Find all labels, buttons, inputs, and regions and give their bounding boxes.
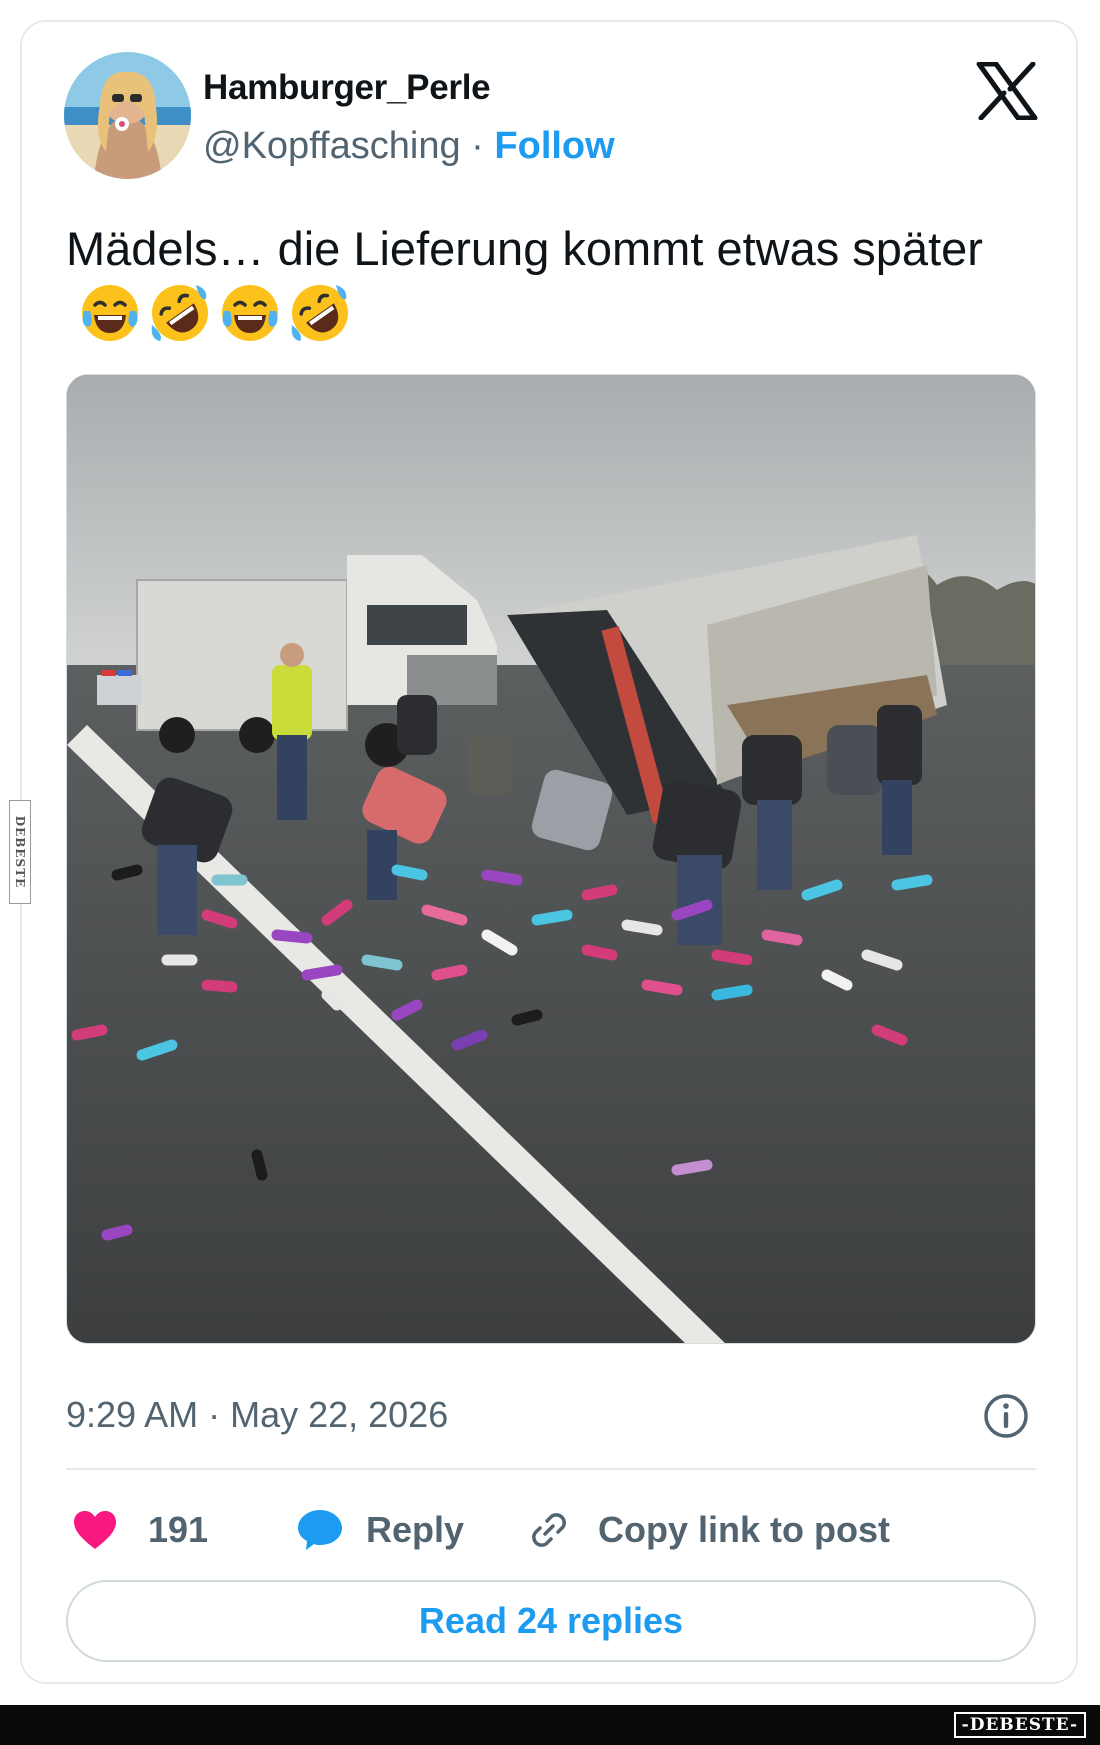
bottom-bar: -DEBESTE- (0, 1705, 1100, 1745)
copy-link-button[interactable]: Copy link to post (526, 1507, 890, 1553)
face-with-tears-of-joy-icon (82, 285, 138, 341)
author-display-name[interactable]: Hamburger_Perle (203, 68, 491, 108)
reply-bubble-icon (298, 1510, 342, 1550)
side-watermark: DEBESTE (9, 800, 31, 904)
tweet-photo[interactable] (66, 374, 1036, 1344)
tweet-text-body: Mädels… die Lieferung kommt etwas später (66, 222, 983, 275)
face-with-tears-of-joy-icon (222, 285, 278, 341)
avatar-photo (64, 52, 191, 179)
like-count: 191 (148, 1509, 209, 1550)
emoji-row (78, 281, 352, 345)
side-watermark-text: DEBESTE (13, 815, 27, 889)
tweet-timestamp[interactable]: 9:29 AM · May 22, 2026 (66, 1394, 448, 1436)
tweet-card: Hamburger_Perle @Kopffasching · Follow M… (20, 20, 1078, 1684)
info-icon[interactable] (982, 1392, 1030, 1440)
reply-button[interactable]: Reply (296, 1508, 526, 1552)
read-replies-button[interactable]: Read 24 replies (66, 1580, 1036, 1662)
x-logo-icon[interactable] (976, 62, 1038, 120)
overturned-truck-photo (67, 375, 1035, 1343)
rolling-on-the-floor-laughing-icon (151, 285, 208, 341)
action-bar: 191 Reply Copy link to post (66, 1500, 1036, 1560)
rolling-on-the-floor-laughing-icon (291, 285, 348, 341)
author-avatar[interactable] (64, 52, 191, 179)
tweet-text: Mädels… die Lieferung kommt etwas später (66, 217, 1026, 351)
author-handle[interactable]: @Kopffasching (203, 125, 461, 167)
copy-link-label: Copy link to post (598, 1509, 890, 1550)
follow-button[interactable]: Follow (494, 125, 614, 167)
link-icon (532, 1513, 566, 1547)
divider (66, 1468, 1036, 1470)
like-button[interactable]: 191 (66, 1509, 296, 1551)
handle-separator: · (460, 125, 495, 167)
author-handle-line: @Kopffasching · Follow (203, 125, 615, 168)
reply-label: Reply (366, 1509, 465, 1550)
bottom-watermark: -DEBESTE- (953, 1712, 1086, 1738)
heart-icon (74, 1511, 116, 1549)
